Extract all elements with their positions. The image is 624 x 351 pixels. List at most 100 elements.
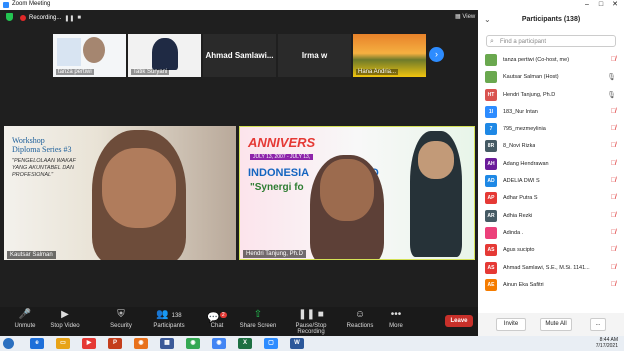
window-title: Zoom Meeting — [12, 1, 51, 7]
participant-row[interactable]: 8R 8_Novi Rizka 🎙̸ — [478, 138, 624, 155]
participant-name: Adinda . — [503, 229, 524, 236]
mic-muted-icon: 🎙̸ — [610, 177, 616, 185]
view-button[interactable]: ▦ View — [455, 13, 475, 20]
avatar — [485, 226, 497, 239]
mic-muted-icon: 🎙̸ — [610, 56, 616, 63]
participant-row[interactable]: AR Adhia Rezki 🎙̸ — [478, 208, 624, 225]
panel-footer: Invite Mute All ... — [478, 313, 624, 336]
thumbnail-ahmad[interactable]: Ahmad Samlawi... — [203, 34, 276, 77]
next-page-arrow-icon[interactable]: › — [429, 47, 444, 62]
thumbnail-name: Tatik Suryani — [131, 69, 170, 75]
participant-row[interactable]: 1I 183_Nur Intan 🎙̸ — [478, 104, 624, 121]
speaker-face — [102, 148, 176, 228]
participant-row[interactable]: AE Ainun Eka Safitri 🎙̸ — [478, 277, 624, 294]
stop-recording-icon[interactable]: ■ — [77, 15, 81, 21]
stop-video-label: Stop Video — [50, 323, 80, 329]
pause-recording-icon[interactable]: ❚❚ — [64, 15, 74, 22]
window-controls: – □ ✕ — [580, 0, 622, 10]
leave-button[interactable]: Leave — [445, 315, 473, 327]
taskbar-app-icon[interactable]: ▭ — [56, 338, 70, 349]
participant-name: Adhar Putra S — [503, 195, 538, 202]
taskbar-app-icon[interactable]: ◉ — [134, 338, 148, 349]
taskbar-app-icon[interactable]: ◉ — [186, 338, 200, 349]
search-placeholder: Find a participant — [500, 39, 547, 45]
mic-muted-icon: 🎙̸ — [610, 211, 616, 219]
start-button[interactable] — [3, 338, 14, 349]
more-label: More — [389, 323, 403, 329]
taskbar-app-icon[interactable]: W — [290, 338, 304, 349]
participant-row[interactable]: AS Ahmad Samlawi, S.E., M.Si. 1141... 🎙̸ — [478, 260, 624, 277]
avatar: 1I — [485, 105, 497, 118]
participant-row[interactable]: Adinda . 🎙̸ — [478, 225, 624, 242]
invite-button[interactable]: Invite — [496, 318, 526, 331]
taskbar-app-icon[interactable]: X — [238, 338, 252, 349]
taskbar-app-icon[interactable]: ▶ — [82, 338, 96, 349]
banner-title: ANNIVERS — [248, 135, 316, 150]
share-screen-button[interactable]: ⇧ Share Screen — [233, 309, 283, 329]
taskbar-app-icon[interactable]: ▦ — [160, 338, 174, 349]
stop-video-button[interactable]: ▶ Stop Video — [40, 309, 90, 329]
mute-all-button[interactable]: Mute All — [540, 318, 572, 331]
taskbar-app-icon[interactable]: ▢ — [264, 338, 278, 349]
mic-muted-icon: 🎙̸ — [610, 228, 616, 236]
mic-muted-icon: 🎙̸ — [610, 263, 616, 271]
recording-indicator: Recording... ❚❚ ■ — [20, 13, 81, 23]
meeting-toolbar: 🎤 Unmute ▶ Stop Video ⛨ Security 👥 138 Parti… — [0, 307, 478, 336]
encryption-shield-icon[interactable] — [6, 13, 13, 21]
video-kautsar: Workshop Diploma Series #3 "PENGELOLAAN … — [4, 126, 236, 260]
avatar — [485, 71, 497, 84]
more-options-button[interactable]: ... — [590, 318, 606, 331]
participant-name: Hendri Tanjung, Ph.D — [503, 91, 556, 98]
share-screen-label: Share Screen — [239, 323, 277, 329]
participant-row[interactable]: tanza pertiwi (Co-host, me) 🎙̸ — [478, 52, 624, 69]
avatar: HT — [485, 88, 497, 101]
avatar: 8R — [485, 140, 497, 153]
participant-row[interactable]: HT Hendri Tanjung, Ph.D 🎙 — [478, 87, 624, 104]
close-button[interactable]: ✕ — [608, 0, 622, 10]
thumbnail-irma[interactable]: Irma w — [278, 34, 351, 77]
minimize-button[interactable]: – — [580, 0, 594, 10]
video-hendri: ANNIVERS JULY 13, 2007 - JULY 13, INDONE… — [239, 126, 475, 260]
thumbnail-tatik[interactable]: Tatik Suryani — [128, 34, 201, 77]
chat-badge: 2 — [219, 312, 227, 318]
participants-label: Participants — [153, 323, 185, 329]
clock-date: 7/17/2021 — [595, 343, 618, 349]
banner-title: Workshop Diploma Series #3 — [12, 136, 72, 154]
portrait-face — [418, 141, 454, 179]
participant-row[interactable]: Kautsar Salman (Host) 🎙 — [478, 69, 624, 86]
participant-search-input[interactable]: ⌕ Find a participant — [486, 35, 616, 47]
mic-muted-icon: 🎙̸ — [610, 194, 616, 202]
participants-glyph: 👥 — [156, 309, 169, 320]
window-titlebar: Zoom Meeting – □ ✕ — [0, 0, 624, 10]
taskbar-app-icon[interactable]: P — [108, 338, 122, 349]
mic-muted-icon: 🎙̸ — [610, 246, 616, 254]
participant-row[interactable]: 7 795_mezmeylinia 🎙̸ — [478, 121, 624, 138]
pause-stop-recording-button[interactable]: ❚❚ ■ Pause/Stop Recording — [282, 309, 340, 335]
avatar: AR — [485, 209, 497, 222]
avatar: AS — [485, 261, 497, 274]
taskbar-app-icon[interactable]: e — [30, 338, 44, 349]
thumbnail-tanza[interactable]: tanza pertiwi — [53, 34, 126, 77]
participant-row[interactable]: AS Agus sucipto 🎙̸ — [478, 242, 624, 259]
share-screen-icon: ⇧ — [253, 309, 263, 320]
thumbnail-hana[interactable]: Hana Andria... — [353, 34, 426, 77]
security-button[interactable]: ⛨ Security — [96, 309, 146, 329]
participants-title: Participants (138) — [521, 16, 581, 23]
avatar — [485, 54, 497, 66]
shield-icon: ⛨ — [117, 309, 125, 320]
participant-row[interactable]: AD ADELIA DWI S 🎙̸ — [478, 173, 624, 190]
participant-row[interactable]: AP Adhar Putra S 🎙̸ — [478, 190, 624, 207]
search-icon: ⌕ — [490, 38, 494, 45]
taskbar-app-icon[interactable]: ◉ — [212, 338, 226, 349]
more-button[interactable]: ••• More — [371, 309, 421, 329]
participant-row[interactable]: AH Adang Hendrawan 🎙̸ — [478, 156, 624, 173]
participants-button[interactable]: 👥 138 Participants — [144, 309, 194, 329]
mic-muted-icon: 🎙̸ — [610, 280, 616, 288]
banner-dates: JULY 13, 2007 - JULY 13, — [250, 154, 314, 160]
chat-glyph: 💬 — [207, 312, 220, 324]
speaker-face — [320, 159, 374, 221]
thumbnail-name: tanza pertiwi — [56, 69, 94, 75]
maximize-button[interactable]: □ — [594, 0, 608, 10]
avatar — [83, 37, 105, 63]
participant-name: tanza pertiwi (Co-host, me) — [503, 57, 570, 63]
